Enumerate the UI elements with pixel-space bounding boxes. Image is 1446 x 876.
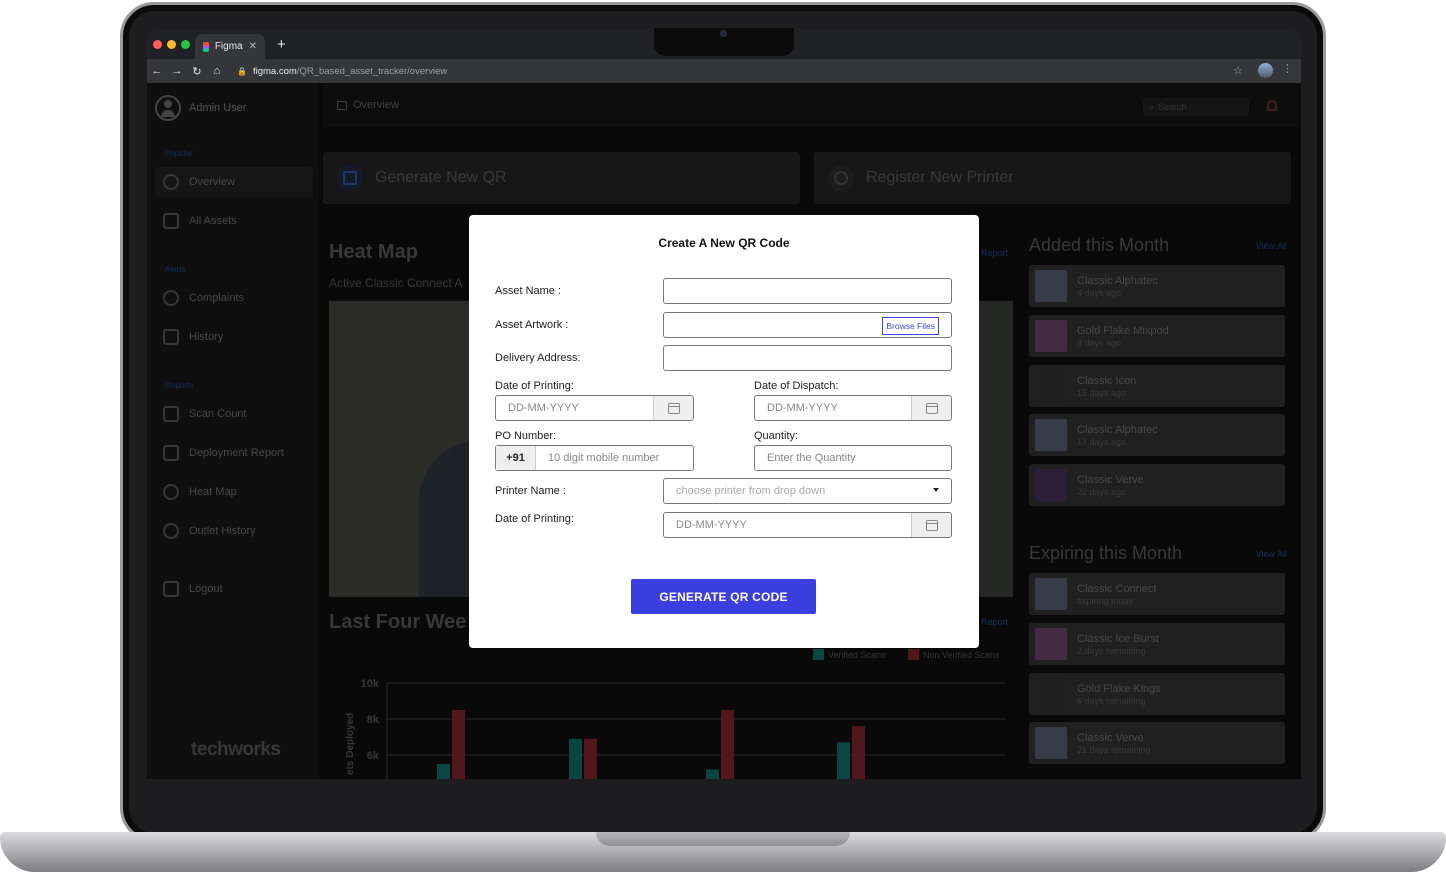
chevron-down-icon xyxy=(933,488,939,492)
date-of-printing-input[interactable]: DD-MM-YYYY xyxy=(495,395,694,421)
new-tab-icon[interactable]: + xyxy=(277,36,286,53)
url-field[interactable]: 🔒 figma.com/QR_based_asset_tracker/overv… xyxy=(237,66,447,77)
quantity-placeholder: Enter the Quantity xyxy=(767,452,856,464)
date-placeholder: DD-MM-YYYY xyxy=(767,402,838,414)
figma-icon xyxy=(203,41,209,52)
date-of-dispatch-label: Date of Dispatch: xyxy=(754,380,839,392)
lock-icon: 🔒 xyxy=(237,66,247,76)
home-icon[interactable]: ⌂ xyxy=(207,65,227,77)
calendar-icon-button[interactable] xyxy=(653,396,693,420)
printer-name-select[interactable]: choose printer from drop down xyxy=(663,478,952,504)
date-of-dispatch-input[interactable]: DD-MM-YYYY xyxy=(754,395,952,421)
asset-name-input[interactable] xyxy=(663,278,952,304)
screen: Figma ✕ + ← → ↻ ⌂ 🔒 figma.com/QR_based_a… xyxy=(147,29,1301,779)
quantity-input[interactable]: Enter the Quantity xyxy=(754,445,952,471)
printer-name-label: Printer Name : xyxy=(495,485,566,497)
camera-icon xyxy=(720,30,727,37)
create-qr-modal: Create A New QR Code Asset Name : Asset … xyxy=(469,215,979,648)
address-bar: ← → ↻ ⌂ 🔒 figma.com/QR_based_asset_track… xyxy=(147,59,1301,83)
modal-title: Create A New QR Code xyxy=(658,236,790,250)
delivery-address-input[interactable] xyxy=(663,345,952,371)
maximize-window-button[interactable] xyxy=(181,40,190,49)
url-path: /QR_based_asset_tracker/overview xyxy=(296,65,448,77)
reload-icon[interactable]: ↻ xyxy=(187,65,207,78)
date-of-printing-input-2[interactable]: DD-MM-YYYY xyxy=(663,512,952,538)
browser-menu-icon[interactable]: ⋮ xyxy=(1282,62,1293,75)
close-window-button[interactable] xyxy=(153,40,162,49)
date-of-printing-label-2: Date of Printing: xyxy=(495,513,574,525)
asset-artwork-label: Asset Artwork : xyxy=(495,319,569,331)
generate-qr-code-button[interactable]: GENERATE QR CODE xyxy=(631,579,816,614)
printer-placeholder: choose printer from drop down xyxy=(676,485,826,497)
bookmark-star-icon[interactable]: ☆ xyxy=(1233,64,1243,77)
calendar-icon xyxy=(667,402,680,414)
url-host: figma.com xyxy=(252,65,297,77)
forward-icon[interactable]: → xyxy=(167,65,187,77)
tab-title: Figma xyxy=(214,41,243,52)
back-icon[interactable]: ← xyxy=(147,65,167,77)
calendar-icon xyxy=(925,519,938,531)
browse-files-button[interactable]: Browse Files xyxy=(882,317,939,335)
calendar-icon-button[interactable] xyxy=(911,396,951,420)
browser-tab[interactable]: Figma ✕ xyxy=(195,34,265,59)
laptop-lip xyxy=(596,832,850,846)
asset-name-label: Asset Name : xyxy=(495,285,562,297)
date-placeholder: DD-MM-YYYY xyxy=(676,519,747,531)
asset-artwork-field[interactable]: Browse Files xyxy=(663,312,952,338)
delivery-address-label: Delivery Address: xyxy=(495,352,581,364)
po-number-label: PO Number: xyxy=(495,430,557,442)
po-placeholder: 10 digit mobile number xyxy=(548,452,660,464)
calendar-icon xyxy=(925,402,938,414)
date-placeholder: DD-MM-YYYY xyxy=(508,402,579,414)
minimize-window-button[interactable] xyxy=(167,40,176,49)
camera-notch xyxy=(654,28,794,56)
calendar-icon-button[interactable] xyxy=(911,513,951,537)
country-code-prefix: +91 xyxy=(496,446,536,470)
profile-avatar[interactable] xyxy=(1258,63,1273,78)
date-of-printing-label: Date of Printing: xyxy=(495,380,574,392)
close-tab-icon[interactable]: ✕ xyxy=(249,41,257,52)
po-number-input[interactable]: +91 10 digit mobile number xyxy=(495,445,694,471)
quantity-label: Quantity: xyxy=(754,430,799,442)
